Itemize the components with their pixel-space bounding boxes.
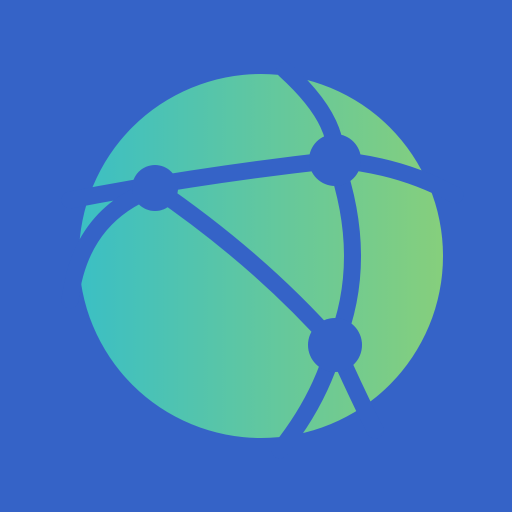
node-bottom-right [308,318,362,372]
node-top-right [309,134,361,186]
node-left [132,165,178,211]
globe-sphere [79,74,443,438]
app-icon [0,0,512,512]
network-globe-icon [0,0,512,512]
